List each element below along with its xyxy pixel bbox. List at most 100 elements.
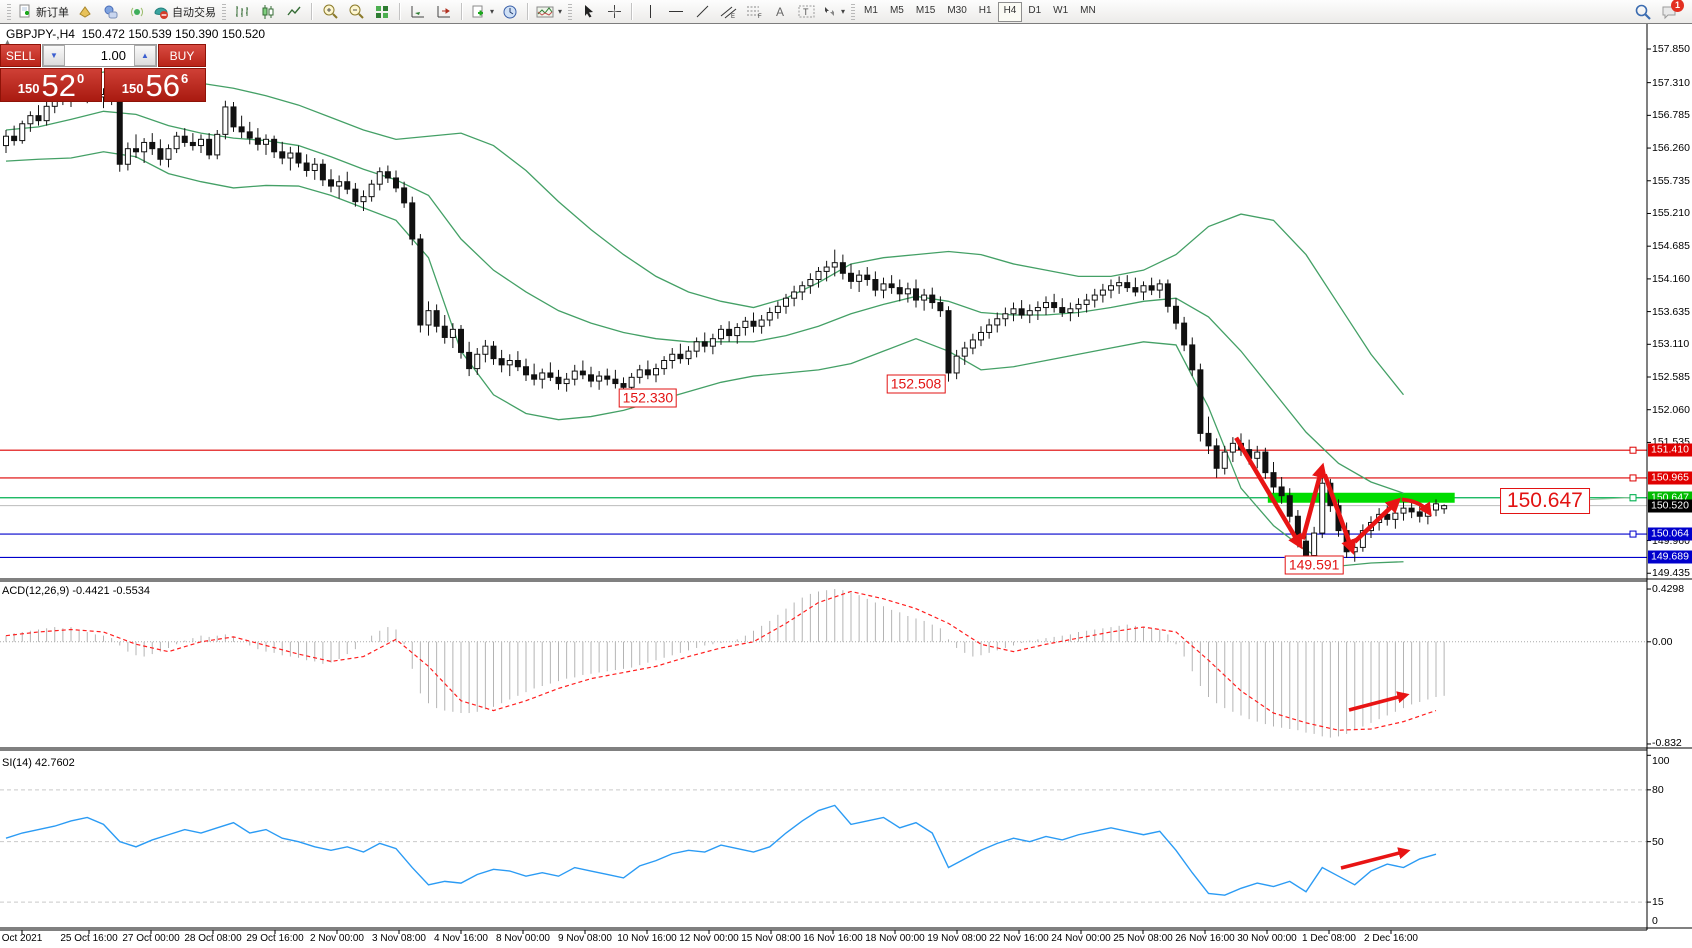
new-chart-caret: ▾ [490,7,494,16]
indicators-icon [536,4,554,20]
timeframe-m5[interactable]: M5 [884,2,910,22]
vline-tool-button[interactable] [637,2,663,22]
text-label-icon: T [798,4,815,19]
cursor-icon [581,4,596,19]
toolbar-separator [527,3,529,20]
new-chart-button[interactable]: ▾ [467,2,497,22]
ask-prefix: 150 [122,81,144,96]
zoom-in-button[interactable] [317,2,343,22]
macd-signal-value: -0.5534 [113,585,150,597]
timeframe-m30[interactable]: M30 [941,2,972,22]
zoom-in-icon [322,3,339,20]
arrows-tool-button[interactable]: ▾ [819,2,848,22]
tile-windows-icon [374,4,390,20]
equidistant-channel-icon: E [720,4,737,19]
notification-badge: 1 [1671,0,1684,12]
crosshair-icon [607,4,622,19]
rsi-pane-label: SI(14) 42.7602 [2,757,75,769]
autotrade-label: 自动交易 [172,4,216,20]
svg-text:E: E [731,14,735,19]
signals-icon [129,4,145,20]
signals-button[interactable] [124,2,150,22]
trendline-tool-button[interactable] [689,2,715,22]
bar-chart-button[interactable] [229,2,255,22]
line-chart-button[interactable] [281,2,307,22]
chart-shift-button[interactable] [431,2,457,22]
volume-value[interactable]: 1.00 [65,45,134,66]
cursor-tool-button[interactable] [575,2,601,22]
fibonacci-icon: F [746,4,763,19]
search-icon [1634,3,1652,21]
fibonacci-tool-button[interactable]: F [741,2,767,22]
new-order-label: 新订单 [36,4,69,20]
search-button[interactable] [1634,3,1652,21]
timeframe-m15[interactable]: M15 [910,2,941,22]
timeframe-h1[interactable]: H1 [973,2,998,22]
timeframe-w1[interactable]: W1 [1047,2,1074,22]
mt4-terminal: { "toolbar": { "new_order": "新订单", "auto… [0,0,1692,948]
volume-up-button[interactable]: ▲ [134,45,156,66]
text-tool-button[interactable]: A [767,2,793,22]
timeframe-h4[interactable]: H4 [998,2,1023,22]
toolbar-separator [631,3,633,20]
metaeditor-icon [77,4,93,20]
period-clock-button[interactable] [497,2,523,22]
volume-down-button[interactable]: ▼ [43,45,65,66]
bar-chart-icon [234,4,250,20]
zoom-out-icon [348,3,365,20]
timeframe-d1[interactable]: D1 [1022,2,1047,22]
volume-stepper: ▼ 1.00 ▲ [42,44,157,67]
crosshair-tool-button[interactable] [601,2,627,22]
timeframe-m1[interactable]: M1 [858,2,884,22]
hline-tool-button[interactable] [663,2,689,22]
symbol-ohlc: 150.472 150.539 150.390 150.520 [82,27,266,41]
tile-windows-button[interactable] [369,2,395,22]
one-click-trading-panel: SELL ▼ 1.00 ▲ BUY 150 52 0 150 56 6 [0,44,206,102]
symbol-ohlc-readout: GBPJPY-,H4 150.472 150.539 150.390 150.5… [6,27,265,41]
toolbar-grip[interactable] [568,4,572,20]
indicators-caret: ▾ [558,7,562,16]
arrows-caret: ▾ [841,7,845,16]
market-button[interactable] [98,2,124,22]
channel-tool-button[interactable]: E [715,2,741,22]
rsi-value: 42.7602 [35,757,75,769]
svg-text:F: F [758,14,762,19]
sell-button[interactable]: SELL [0,44,41,67]
vertical-line-icon [644,4,657,19]
line-chart-icon [286,4,302,20]
toolbar-separator [399,3,401,20]
timeframe-bar: M1M5M15M30H1H4D1W1MN [858,2,1102,22]
chart-shift-icon [436,4,452,20]
symbol-name: GBPJPY-,H4 [6,27,75,41]
candlestick-icon [260,4,276,20]
ask-price-box[interactable]: 150 56 6 [104,68,206,102]
candlestick-button[interactable] [255,2,281,22]
bid-point: 0 [77,71,84,86]
new-chart-icon [470,4,486,20]
autotrade-icon [153,4,169,20]
toolbar-grip[interactable] [222,4,226,20]
toolbar-separator [311,3,313,20]
svg-text:T: T [803,7,809,17]
auto-scroll-icon [410,4,426,20]
label-tool-button[interactable]: T [793,2,819,22]
auto-scroll-button[interactable] [405,2,431,22]
trendline-icon [695,4,710,19]
new-order-button[interactable]: 新订单 [14,2,72,22]
toolbar-grip[interactable] [7,4,11,20]
timeframe-mn[interactable]: MN [1074,2,1102,22]
bid-prefix: 150 [18,81,40,96]
metaeditor-button[interactable] [72,2,98,22]
chart-canvas[interactable] [0,0,1692,948]
ask-pips: 56 [145,72,179,100]
zoom-out-button[interactable] [343,2,369,22]
bid-price-box[interactable]: 150 52 0 [0,68,102,102]
buy-button[interactable]: BUY [158,44,206,67]
toolbar-grip[interactable] [851,4,855,20]
horizontal-line-icon [668,4,684,19]
indicators-button[interactable]: ▾ [533,2,565,22]
notifications-button[interactable]: 1 [1660,3,1678,21]
autotrade-button[interactable]: 自动交易 [150,2,219,22]
macd-pane-label: ACD(12,26,9) -0.4421 -0.5534 [2,585,150,597]
clock-icon [502,4,518,20]
